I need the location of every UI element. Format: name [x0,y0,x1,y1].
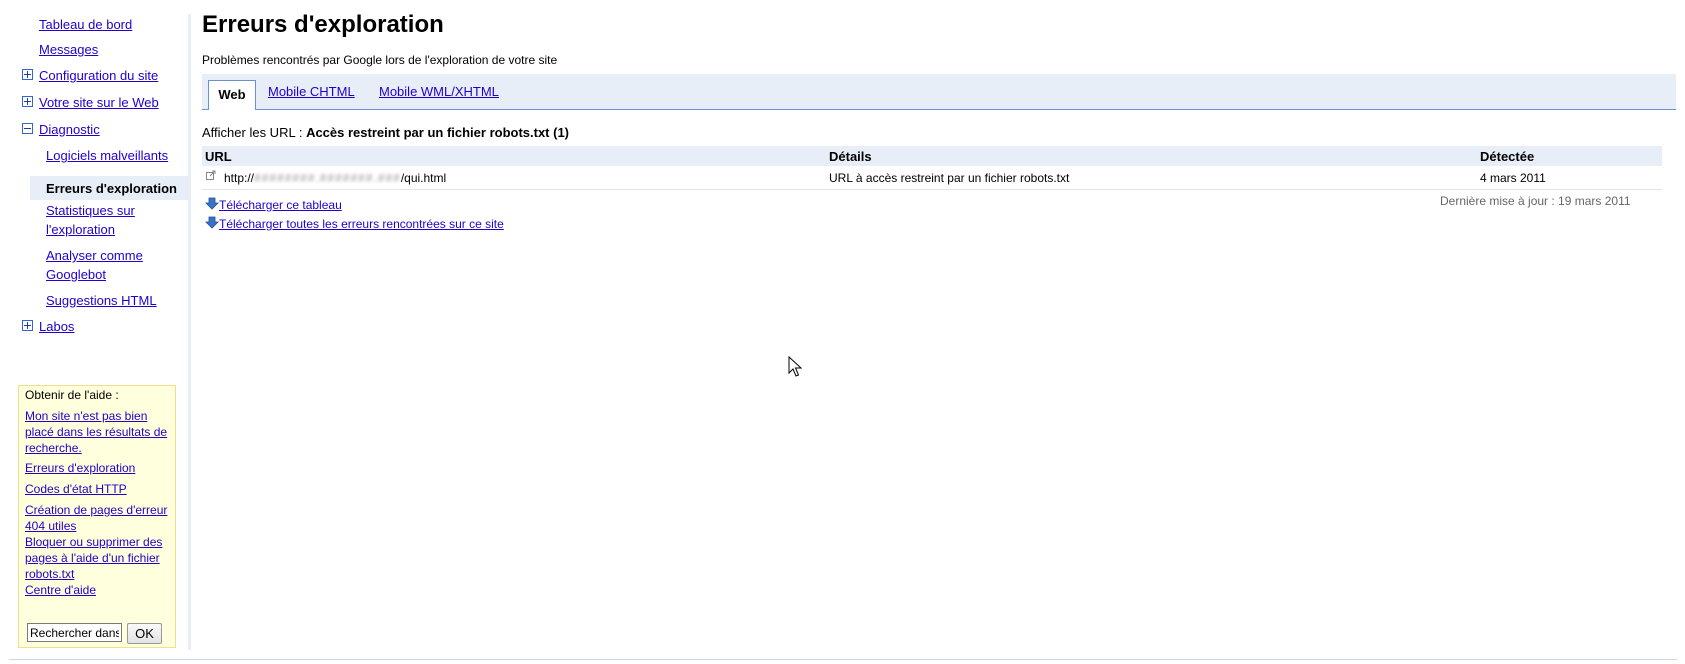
tab-mobile-wml[interactable]: Mobile WML/XHTML [379,83,499,100]
sidebar-item-messages[interactable]: Messages [39,41,98,58]
tab-mobile-chtml[interactable]: Mobile CHTML [268,83,355,100]
last-updated: Dernière mise à jour : 19 mars 2011 [1440,194,1631,208]
download-table-link[interactable]: Télécharger ce tableau [219,198,342,212]
page-title: Erreurs d'exploration [202,11,444,38]
help-link-centre-aide[interactable]: Centre d'aide [25,582,170,598]
sidebar-item-configuration[interactable]: Configuration du site [39,67,158,84]
download-arrow-icon [205,216,219,229]
external-link-icon[interactable] [206,170,216,180]
download-all-errors-link[interactable]: Télécharger toutes les erreurs rencontré… [219,217,504,231]
column-header-details[interactable]: Détails [829,148,872,165]
filter-prefix: Afficher les URL : [202,125,303,140]
help-link-codes-http[interactable]: Codes d'état HTTP [25,481,170,497]
download-arrow-icon [205,197,219,210]
sidebar-item-logiciels-malveillants[interactable]: Logiciels malveillants [46,147,168,164]
expand-icon[interactable] [22,320,33,331]
download-all-errors: Télécharger toutes les erreurs rencontré… [205,216,504,232]
row-url[interactable]: http://########.#######.###/qui.html [224,170,446,186]
help-search-button[interactable]: OK [127,623,162,644]
row-url-suffix: /qui.html [400,171,447,185]
sidebar-item-diagnostic[interactable]: Diagnostic [39,121,100,138]
row-details: URL à accès restreint par un fichier rob… [829,171,1070,185]
row-detected: 4 mars 2011 [1480,171,1546,185]
column-header-url[interactable]: URL [205,148,232,165]
sidebar-item-statistiques[interactable]: Statistiques sur l'exploration [46,201,186,239]
tab-bar: Web Mobile CHTML Mobile WML/XHTML [202,74,1676,110]
url-filter: Afficher les URL : Accès restreint par u… [202,124,569,141]
footer-divider [9,659,1677,660]
help-link-pages-404[interactable]: Création de pages d'erreur 404 utiles [25,502,170,534]
sidebar-item-erreurs-exploration: Erreurs d'exploration [46,181,177,196]
expand-icon[interactable] [22,69,33,80]
row-url-obscured: ########.#######.### [254,171,401,185]
mouse-cursor-icon [788,356,802,377]
filter-value[interactable]: Accès restreint par un fichier robots.tx… [306,125,569,140]
page-subtitle: Problèmes rencontrés par Google lors de … [202,53,558,67]
table-header: URL Détails Détectée [202,146,1662,166]
tab-web[interactable]: Web [208,80,256,110]
help-link-site-mal-place[interactable]: Mon site n'est pas bien placé dans les r… [25,408,170,456]
help-box: Obtenir de l'aide : Mon site n'est pas b… [18,385,176,648]
column-header-detected[interactable]: Détectée [1480,148,1534,165]
collapse-icon[interactable] [22,123,33,134]
help-link-erreurs-exploration[interactable]: Erreurs d'exploration [25,460,170,476]
sidebar: Tableau de bord Messages Configuration d… [0,0,188,649]
row-url-prefix: http:// [224,171,255,185]
help-link-robots-txt[interactable]: Bloquer ou supprimer des pages à l'aide … [25,534,170,582]
sidebar-item-votre-site[interactable]: Votre site sur le Web [39,94,159,111]
sidebar-item-suggestions-html[interactable]: Suggestions HTML [46,292,157,309]
help-title: Obtenir de l'aide : [25,388,119,402]
table-row: http://########.#######.###/qui.html URL… [202,167,1662,190]
sidebar-divider [188,14,191,650]
sidebar-item-analyser-googlebot[interactable]: Analyser comme Googlebot [46,246,186,284]
help-search-input[interactable] [27,623,122,642]
download-table: Télécharger ce tableau [205,197,342,213]
sidebar-item-labos[interactable]: Labos [39,318,74,335]
expand-icon[interactable] [22,96,33,107]
sidebar-item-tableau-de-bord[interactable]: Tableau de bord [39,16,132,33]
